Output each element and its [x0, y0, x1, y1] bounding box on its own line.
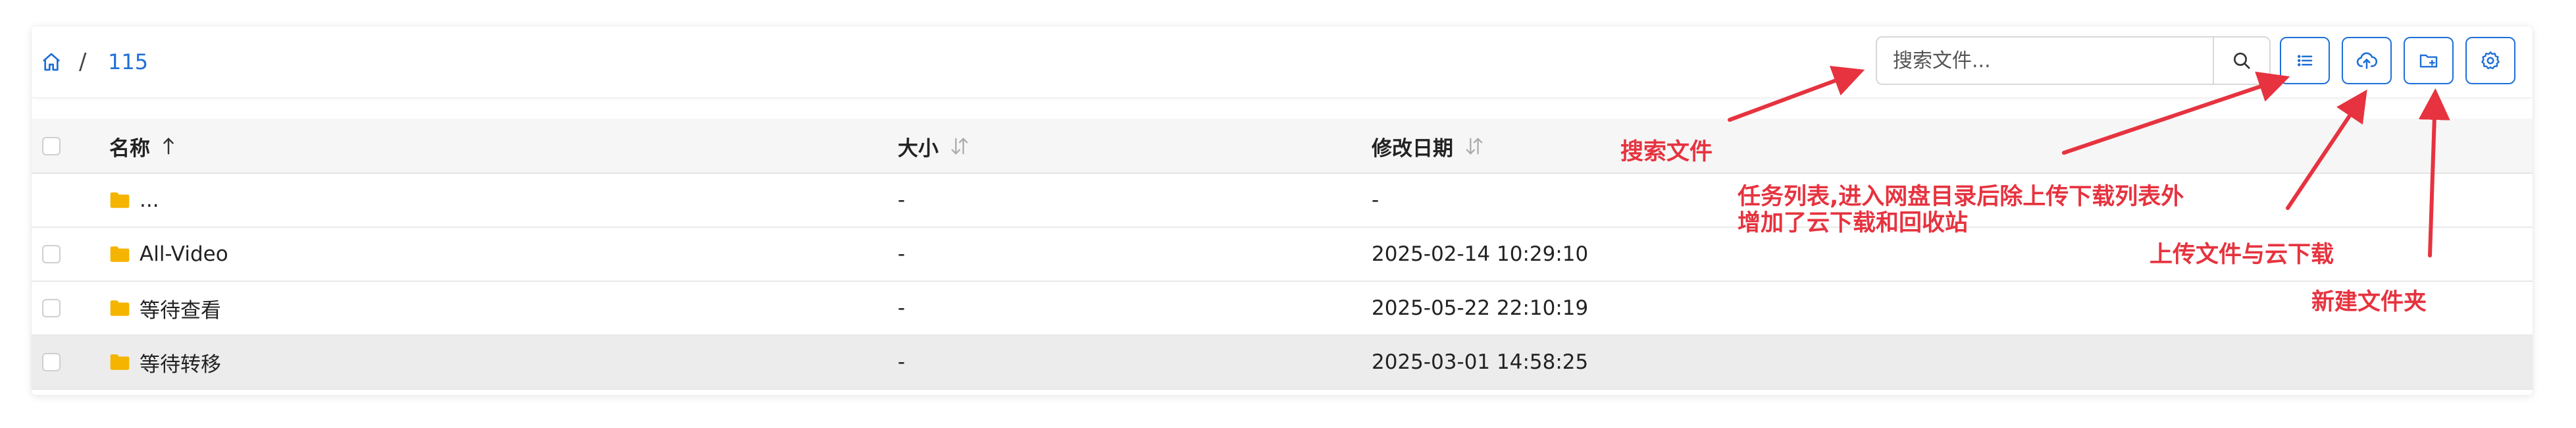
- file-modified: -: [1372, 188, 1379, 212]
- table-header: 名称 大小 修改日期: [32, 119, 2533, 174]
- file-name[interactable]: ...: [140, 188, 159, 212]
- search-icon: [2234, 53, 2250, 69]
- sort-up-icon: [161, 136, 176, 156]
- annotation-task-list-line1: 任务列表,进入网盘目录后除上传下载列表外: [1738, 184, 2184, 210]
- select-all-checkbox[interactable]: [42, 137, 61, 155]
- file-size: -: [898, 242, 906, 266]
- folder-icon: [110, 192, 130, 208]
- file-name[interactable]: 等待转移: [140, 348, 221, 377]
- list-icon: [2297, 55, 2313, 67]
- upload-button[interactable]: [2342, 37, 2392, 84]
- row-checkbox[interactable]: [42, 299, 61, 317]
- annotation-upload: 上传文件与云下载: [2150, 242, 2334, 268]
- row-checkbox[interactable]: [42, 245, 61, 263]
- home-icon[interactable]: [38, 26, 64, 97]
- file-modified: 2025-05-22 22:10:19: [1372, 296, 1589, 320]
- breadcrumb-separator: /: [79, 49, 87, 75]
- column-modified-label: 修改日期: [1372, 136, 1453, 161]
- column-name[interactable]: 名称: [109, 119, 176, 174]
- breadcrumb-current[interactable]: 115: [108, 26, 148, 97]
- file-browser-panel: / 115 搜索文件... 名称 大小 修改日期 ... - - All-Vid…: [32, 26, 2533, 395]
- column-size-label: 大小: [898, 136, 939, 161]
- cloud-upload-icon: [2356, 52, 2378, 69]
- gear-icon: [2481, 51, 2500, 70]
- column-name-label: 名称: [109, 136, 150, 161]
- search-box: [1876, 36, 2271, 85]
- new-folder-button[interactable]: [2404, 37, 2454, 84]
- settings-button[interactable]: [2465, 37, 2515, 84]
- search-input[interactable]: [1877, 38, 2214, 84]
- file-size: -: [898, 350, 906, 374]
- search-button[interactable]: [2213, 38, 2269, 84]
- annotation-new-folder: 新建文件夹: [2311, 289, 2427, 315]
- table-row[interactable]: 等待转移 - 2025-03-01 14:58:25: [32, 336, 2533, 390]
- file-modified: 2025-02-14 10:29:10: [1372, 242, 1589, 266]
- file-name[interactable]: 等待查看: [140, 294, 221, 323]
- folder-icon: [110, 300, 130, 316]
- file-name[interactable]: All-Video: [140, 242, 228, 266]
- folder-icon: [110, 246, 130, 262]
- toolbar: / 115: [32, 26, 2533, 98]
- table-row[interactable]: 等待查看 - 2025-05-22 22:10:19: [32, 282, 2533, 336]
- folder-plus-icon: [2419, 54, 2438, 68]
- row-checkbox[interactable]: [42, 353, 61, 371]
- file-size: -: [898, 296, 906, 320]
- folder-icon: [110, 354, 130, 370]
- file-size: -: [898, 188, 906, 212]
- task-list-button[interactable]: [2280, 37, 2330, 84]
- column-modified[interactable]: 修改日期: [1372, 119, 1485, 174]
- annotation-search: 搜索文件: [1620, 139, 1713, 165]
- annotation-task-list-line2: 增加了云下载和回收站: [1738, 210, 1969, 236]
- sort-both-icon: [1464, 136, 1485, 156]
- sort-both-icon: [949, 136, 970, 156]
- column-size[interactable]: 大小: [898, 119, 970, 174]
- file-modified: 2025-03-01 14:58:25: [1372, 350, 1589, 374]
